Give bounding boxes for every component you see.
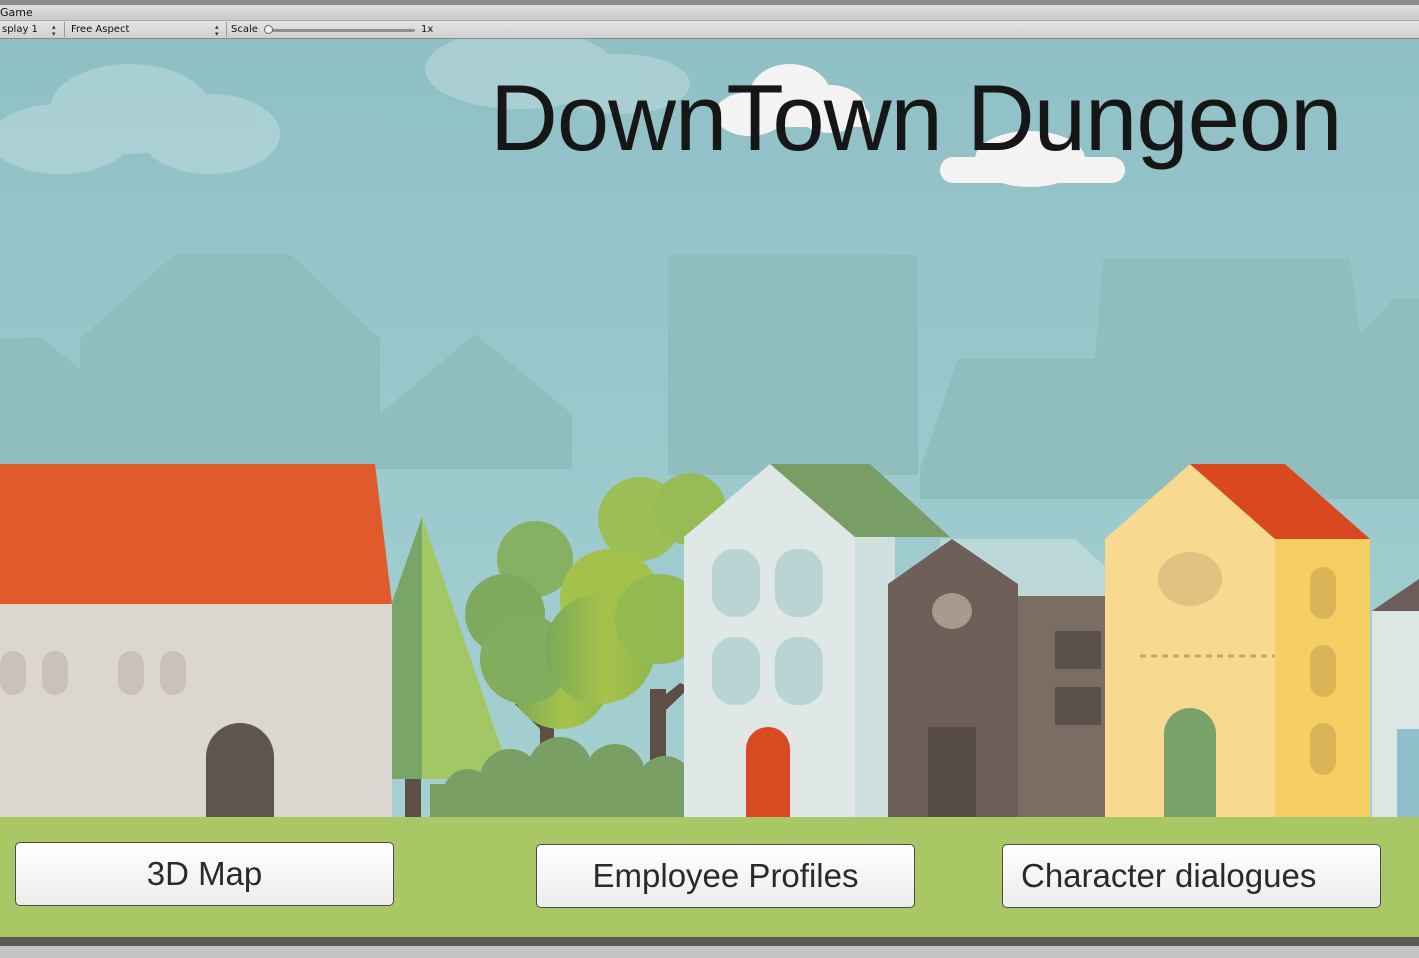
3d-map-button-label: 3D Map: [146, 855, 263, 892]
window-bottom-border: [0, 946, 1419, 958]
edge-building: [1372, 579, 1419, 819]
toolbar-divider: [226, 22, 227, 37]
aspect-up-down-icon: ▴ ▾: [215, 23, 219, 38]
display-dropdown[interactable]: splay 1 ▴ ▾: [0, 22, 60, 38]
unity-game-window: Game splay 1 ▴ ▾ Free Aspect ▴ ▾ Scale 1x: [0, 0, 1419, 958]
display-dropdown-label: splay 1: [2, 24, 38, 35]
aspect-dropdown-label: Free Aspect: [71, 24, 130, 35]
employee-profiles-button[interactable]: Employee Profiles: [536, 844, 915, 908]
grey-house: [888, 539, 1140, 819]
yellow-house: [1105, 464, 1370, 819]
display-up-down-icon: ▴ ▾: [52, 23, 56, 38]
scale-slider-thumb[interactable]: [264, 25, 273, 34]
toolbar-divider: [64, 22, 65, 37]
character-dialogues-button-label: Character dialogues: [1021, 857, 1317, 894]
viewport-bottom-border: [0, 937, 1419, 946]
game-viewport: DownTown Dungeon 3D Map Employee Profile…: [0, 39, 1419, 937]
scale-value: 1x: [421, 24, 434, 35]
red-roof-building: [0, 464, 392, 819]
aspect-dropdown[interactable]: Free Aspect ▴ ▾: [69, 22, 225, 38]
character-dialogues-button[interactable]: Character dialogues: [1002, 844, 1381, 908]
town-background: [0, 39, 1419, 937]
employee-profiles-button-label: Employee Profiles: [592, 857, 859, 894]
game-title: DownTown Dungeon: [490, 65, 1342, 170]
3d-map-button[interactable]: 3D Map: [15, 842, 394, 906]
scale-slider-track[interactable]: [267, 29, 415, 32]
tab-game[interactable]: Game: [0, 5, 33, 20]
background-buildings: [0, 254, 1419, 499]
game-toolbar: splay 1 ▴ ▾ Free Aspect ▴ ▾ Scale 1x: [0, 21, 1419, 39]
scale-label: Scale: [231, 24, 258, 35]
tab-bar: Game: [0, 5, 1419, 21]
